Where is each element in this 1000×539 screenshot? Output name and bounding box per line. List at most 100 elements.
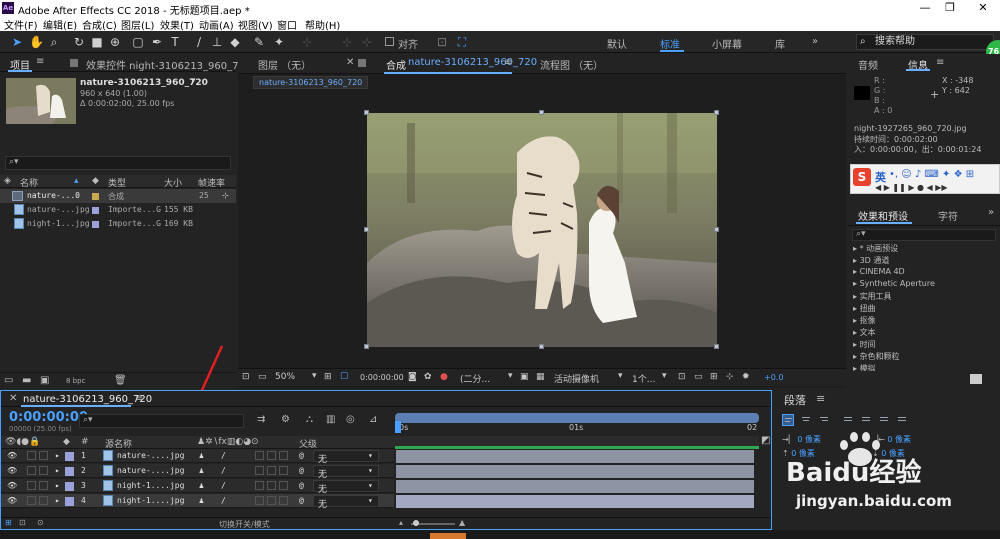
effect-controls-lock-icon[interactable] [70,59,78,67]
tab-audio[interactable]: 音频 [858,57,878,72]
effect-category[interactable]: ▸ 3D 通道 [853,255,889,266]
exposure-reset-icon[interactable]: ✹ [742,372,750,382]
zoom-dropdown-icon[interactable]: ▾ [312,371,317,381]
justify-right-button[interactable] [878,414,890,426]
transform-handle[interactable] [364,344,369,349]
effect-category[interactable]: ▸ 扭曲 [853,303,876,314]
layer-duration-bar[interactable] [396,450,754,463]
menu-view[interactable]: 视图(V) [238,17,273,32]
shy-switch-icon[interactable]: ♟ [199,451,204,460]
parent-select[interactable]: 无 ▾ [313,465,379,480]
layer-duration-bar[interactable] [396,495,754,508]
zoom-in-icon[interactable]: ▲ [459,518,465,527]
effect-category[interactable]: ▸ 实用工具 [853,291,892,302]
label-color-swatch[interactable] [65,497,74,506]
shy-switch-icon[interactable]: ♟ [199,496,204,505]
column-size[interactable]: 大小 [164,176,182,189]
more-panels-icon[interactable]: » [988,207,994,218]
label-color-swatch[interactable] [92,207,99,214]
align-center-button[interactable] [800,414,812,426]
comp-mini-flowchart-icon[interactable]: ⇉ [257,414,265,425]
project-search-input[interactable]: ⌕▾ [5,156,231,170]
new-bin-icon[interactable] [970,374,982,384]
tab-composition[interactable]: nature-3106213_960_720 [408,57,537,68]
region-of-interest-icon[interactable]: ▣ [520,372,529,382]
sort-ascending-icon[interactable]: ▴ [74,176,79,186]
new-folder-icon[interactable]: ▬ [22,375,31,386]
parent-pickwhip-icon[interactable]: @ [299,451,304,460]
workspace-standard[interactable]: 标准 [660,36,680,51]
layer-switches-icon[interactable]: ⊞ [5,518,12,527]
paragraph-menu-icon[interactable]: ≡ [816,392,825,405]
flowchart-icon[interactable]: ⊹ [222,191,229,200]
transfer-controls-icon[interactable]: ⊡ [19,518,26,527]
transform-handle[interactable] [539,344,544,349]
menu-window[interactable]: 窗口 [277,17,297,32]
selected-item-dropdown-icon[interactable]: ▾ [191,76,196,86]
rotate-tool-icon[interactable]: ↻ [72,35,86,49]
switch-box[interactable] [279,481,288,490]
label-color-swatch[interactable] [92,193,99,200]
interpret-footage-icon[interactable]: ▭ [4,375,13,386]
switch-box[interactable] [267,496,276,505]
tab-flowchart[interactable]: 流程图 （无） [540,57,603,72]
fast-preview-icon[interactable]: ▭ [694,372,703,382]
transform-handle[interactable] [714,110,719,115]
visibility-eye-icon[interactable]: 👁 [7,466,17,475]
effect-category[interactable]: ▸ 时间 [853,339,876,350]
transform-handle[interactable] [364,110,369,115]
expand-arrow-icon[interactable]: ▸ [55,451,60,460]
comp-menu-icon[interactable]: ≡ [504,57,512,68]
playhead[interactable] [395,421,401,433]
timeline-layer-row[interactable]: 👁 ▸ 4 night-1....jpg ♟ ∕ @ 无 ▾ [1,494,394,510]
quality-switch-icon[interactable]: ∕ [221,496,226,505]
effect-category[interactable]: ▸ 杂色和颗粒 [853,351,900,362]
expand-arrow-icon[interactable]: ▸ [55,496,60,505]
quality-switch-icon[interactable]: ∕ [221,451,226,460]
bit-depth[interactable]: 8 bpc [66,377,85,385]
switch-box[interactable] [267,451,276,460]
visibility-eye-icon[interactable]: 👁 [7,481,17,490]
align-right-button[interactable] [818,414,830,426]
switch-box[interactable] [255,481,264,490]
project-item-row[interactable]: nature-...0 合成 25 ⊹ [0,189,236,203]
layer-duration-bar[interactable] [396,480,754,493]
solo-toggle[interactable] [39,451,48,460]
local-axis-icon[interactable]: ⊹ [300,35,314,49]
resolution-select[interactable]: (二分... [460,372,490,385]
project-item-row[interactable]: nature-...jpg Importe...G 155 KB [0,203,236,217]
workspace-more-icon[interactable]: » [812,36,818,47]
align-left-button[interactable] [782,414,794,426]
parent-pickwhip-icon[interactable]: @ [299,466,304,475]
mask-visibility-icon[interactable]: ▢ [340,371,349,381]
resolution-dropdown-icon[interactable]: ▾ [508,371,513,381]
grid-icon[interactable]: ⊞ [324,372,332,382]
snap-option-icon[interactable]: ⊡ [435,35,449,49]
menu-file[interactable]: 文件(F) [4,17,38,32]
switch-box[interactable] [255,466,264,475]
column-type[interactable]: 类型 [108,176,126,189]
tab-effect-controls[interactable]: 效果控件 night-3106213_960_72 [86,57,245,72]
type-tool-icon[interactable]: T [168,35,182,49]
exposure-value[interactable]: +0.0 [764,373,783,382]
solo-toggle[interactable] [39,481,48,490]
snapshot-icon[interactable]: ◙ [408,372,417,382]
column-fps[interactable]: 帧速率 [198,176,225,189]
parent-pickwhip-icon[interactable]: @ [299,481,304,490]
workspace-default[interactable]: 默认 [607,36,627,51]
effect-category[interactable]: ▸ CINEMA 4D [853,267,905,276]
timeline-layer-row[interactable]: 👁 ▸ 1 nature-....jpg ♟ ∕ @ 无 ▾ [1,449,394,465]
viewer-lock-icon[interactable] [358,59,366,67]
pan-behind-tool-icon[interactable]: ⊕ [108,35,122,49]
timeline-comp-tab[interactable]: nature-3106213_960_720 [23,394,152,405]
switch-box[interactable] [255,496,264,505]
brush-tool-icon[interactable]: ∕ [192,35,206,49]
switch-box[interactable] [255,451,264,460]
audio-toggle[interactable] [27,451,36,460]
snap-checkbox[interactable] [385,37,394,46]
timeline-timecode[interactable]: 0:00:00:00 [9,410,88,425]
camera-tool-icon[interactable]: ■ [90,35,104,49]
menu-layer[interactable]: 图层(L) [121,17,154,32]
column-name[interactable]: 名称 [20,176,38,189]
layer-duration-bar[interactable] [396,465,754,478]
